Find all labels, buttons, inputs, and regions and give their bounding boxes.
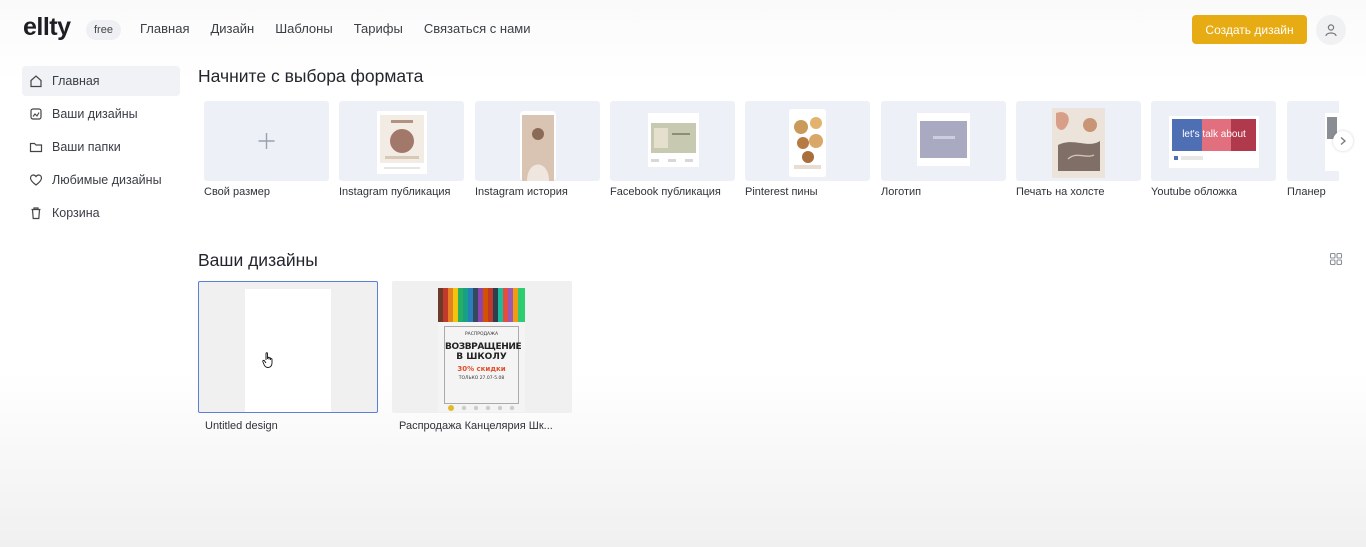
create-design-button[interactable]: Создать дизайн [1192,15,1307,44]
user-avatar-button[interactable] [1316,15,1346,45]
sidebar-item-label: Главная [52,74,100,88]
canvas-print-preview [1052,108,1105,178]
sidebar-item-label: Любимые дизайны [52,173,162,187]
design-thumb [198,281,378,413]
format-card-facebook-post[interactable]: Facebook публикация [610,101,735,198]
designs-heading: Ваши дизайны [198,250,318,270]
nav-item-pricing[interactable]: Тарифы [354,21,403,36]
design-thumb: РАСПРОДАЖА ВОЗВРАЩЕНИЕ В ШКОЛУ 30% скидк… [392,281,572,413]
formats-heading: Начните с выбора формата [198,66,424,86]
format-card-instagram-post[interactable]: Instagram публикация [339,101,464,198]
sidebar-item-trash[interactable]: Корзина [22,198,180,228]
sidebar-item-home[interactable]: Главная [22,66,180,96]
poster-preview: РАСПРОДАЖА ВОЗВРАЩЕНИЕ В ШКОЛУ 30% скидк… [438,288,525,412]
hand-cursor-icon [262,352,273,368]
nav-item-contact[interactable]: Связаться с нами [424,21,531,36]
format-label: Логотип [881,186,922,198]
sidebar-item-label: Ваши папки [52,140,121,154]
design-card-back-to-school[interactable]: РАСПРОДАЖА ВОЗВРАЩЕНИЕ В ШКОЛУ 30% скидк… [392,281,572,432]
carousel-next-button[interactable] [1333,131,1353,151]
poster-discount: 30% скидки [457,365,506,373]
user-icon [1325,24,1337,37]
home-icon [28,73,44,89]
format-card-canvas-print[interactable]: Печать на холсте [1016,101,1141,198]
poster-line1: ВОЗВРАЩЕНИЕ [445,342,522,352]
format-label: Pinterest пины [745,186,818,198]
plan-badge: free [86,20,121,40]
grid-icon [1329,252,1343,266]
folder-icon [28,139,44,155]
youtube-cover-preview [1169,116,1259,168]
poster-line2: В ШКОЛУ [456,352,507,362]
sidebar-item-label: Корзина [52,206,100,220]
format-label: Youtube обложка [1151,186,1238,198]
design-card-untitled[interactable]: Untitled design [198,281,378,432]
format-label: Свой размер [204,186,270,198]
instagram-post-preview [377,111,427,174]
format-thumb [881,101,1006,181]
format-label: Instagram история [475,186,568,198]
nav-item-home[interactable]: Главная [140,21,189,36]
top-header: ellty free Главная Дизайн Шаблоны Тарифы… [0,0,1366,60]
format-thumb [475,101,600,181]
chevron-right-icon [1340,137,1346,145]
format-label: Facebook публикация [610,186,721,198]
trash-icon [28,205,44,221]
format-label: Печать на холсте [1016,186,1105,198]
sidebar-item-your-designs[interactable]: Ваши дизайны [22,99,180,129]
logo-preview [917,113,970,166]
format-thumb [339,101,464,181]
format-card-instagram-story[interactable]: Instagram история [475,101,600,198]
instagram-story-preview [520,111,556,181]
facebook-post-preview [648,113,699,167]
sidebar-item-label: Ваши дизайны [52,107,138,121]
format-card-planner[interactable]: Планер [1287,101,1339,198]
page-dots-indicator [448,405,515,411]
blank-page-preview [245,289,331,412]
format-card-youtube-cover[interactable]: let's talk about Youtube обложка [1151,101,1276,198]
format-card-custom-size[interactable]: Свой размер [204,101,329,198]
planner-preview [1325,113,1339,171]
sidebar-item-favorites[interactable]: Любимые дизайны [22,165,180,195]
poster-date: ТОЛЬКО 27.07-5.08 [458,376,505,381]
nav-item-templates[interactable]: Шаблоны [275,21,333,36]
main-nav: Главная Дизайн Шаблоны Тарифы Связаться … [140,21,531,36]
format-label: Планер [1287,186,1326,198]
pinterest-pin-preview [789,109,826,177]
format-card-pinterest[interactable]: Pinterest пины [745,101,870,198]
format-thumb: let's talk about [1151,101,1276,181]
format-thumb [745,101,870,181]
nav-item-design[interactable]: Дизайн [210,21,254,36]
format-thumb [204,101,329,181]
app-logo[interactable]: ellty [23,13,71,42]
plus-icon [258,133,275,149]
designs-icon [28,106,44,122]
sidebar-item-your-folders[interactable]: Ваши папки [22,132,180,162]
poster-frame: РАСПРОДАЖА ВОЗВРАЩЕНИЕ В ШКОЛУ 30% скидк… [444,326,522,404]
grid-view-toggle[interactable] [1326,250,1346,268]
format-thumb [1287,101,1339,181]
design-label: Распродажа Канцелярия Шк... [399,420,553,432]
heart-icon [28,172,44,188]
pencils-illustration [438,288,525,322]
design-label: Untitled design [205,420,278,432]
youtube-cover-text: let's talk about [1182,129,1246,140]
format-carousel: Свой размер Instagram публикация Instagr… [204,101,1339,201]
format-thumb [1016,101,1141,181]
format-label: Instagram публикация [339,186,451,198]
format-thumb [610,101,735,181]
poster-kicker: РАСПРОДАЖА [464,332,499,337]
format-card-logo[interactable]: Логотип [881,101,1006,198]
sidebar: Главная Ваши дизайны Ваши папки Любимые … [22,66,180,231]
